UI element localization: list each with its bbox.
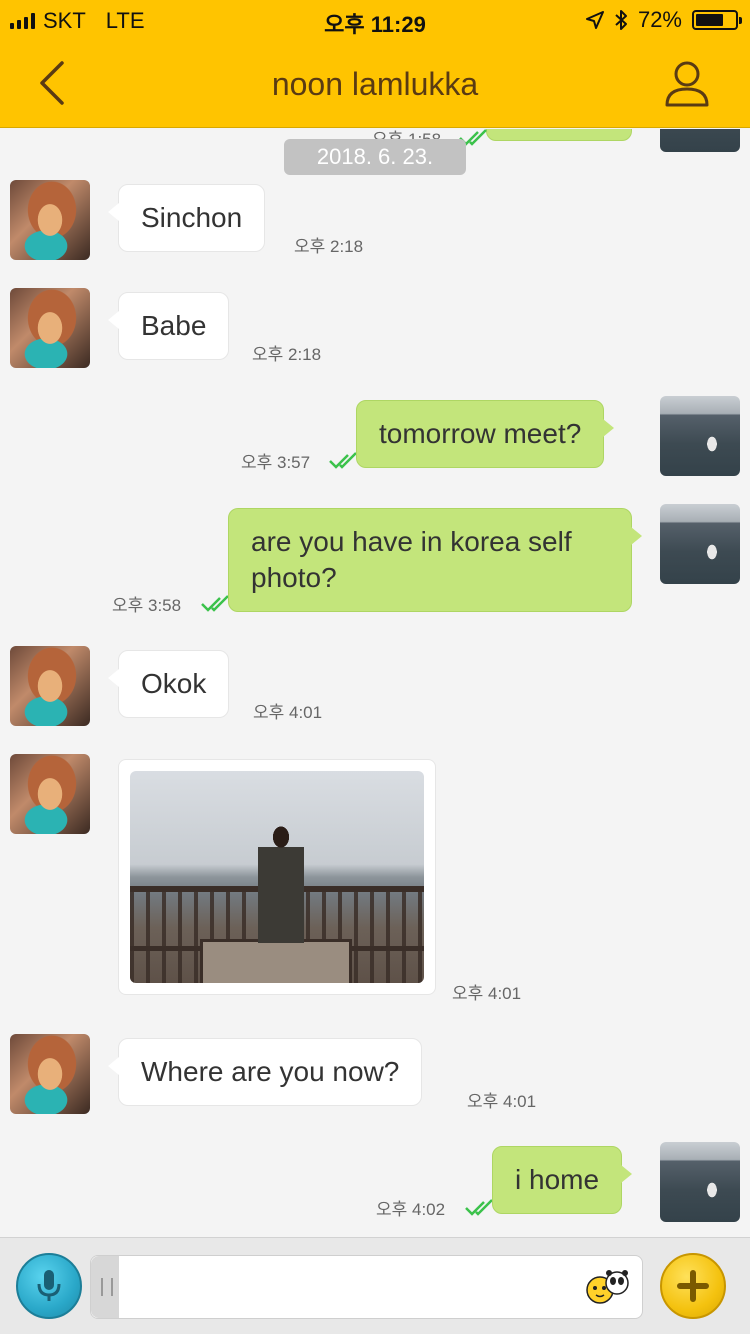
message-time: 오후 4:02 [376, 1200, 446, 1219]
message-line: are you have in korea self [251, 526, 572, 557]
message-bubble[interactable]: i home [492, 1146, 633, 1214]
message-bubble[interactable]: are you have in korea self photo? [228, 508, 642, 612]
microphone-icon [37, 1270, 61, 1301]
message-time: 오후 4:01 [253, 703, 323, 722]
my-avatar [660, 396, 740, 476]
message-bubble[interactable]: Okok [107, 650, 230, 718]
photo-message[interactable] [118, 759, 436, 995]
message-list[interactable]: 오후 1:58 2018. 6. 23. Sinchon 오후 2:18 Bab… [0, 129, 750, 1237]
contact-avatar[interactable] [10, 180, 90, 260]
message-time: 오후 2:18 [252, 345, 322, 364]
date-separator: 2018. 6. 23. [284, 139, 466, 175]
message-time: 오후 3:58 [112, 596, 182, 615]
contact-avatar[interactable] [10, 1034, 90, 1114]
input-bar [0, 1237, 750, 1334]
my-avatar [660, 1142, 740, 1222]
partial-message-bubble[interactable] [486, 129, 632, 141]
nav-bar: noon lamlukka [0, 40, 750, 128]
my-avatar [660, 504, 740, 584]
attach-button[interactable] [660, 1253, 726, 1319]
my-avatar [660, 129, 740, 152]
message-time: 오후 2:18 [294, 237, 364, 256]
message-bubble[interactable]: Sinchon [107, 184, 266, 252]
battery-icon [692, 10, 742, 30]
read-check-icon [201, 595, 229, 612]
status-right: 72% [585, 7, 742, 33]
contact-avatar[interactable] [10, 754, 90, 834]
battery-fill [696, 14, 724, 26]
location-arrow-icon [585, 11, 604, 29]
status-bar: SKT LTE 오후 11:29 72% [0, 0, 750, 40]
message-time: 오후 3:57 [241, 453, 311, 472]
plus-icon [677, 1270, 709, 1302]
chat-title: noon lamlukka [271, 66, 479, 102]
message-bubble[interactable]: tomorrow meet? [356, 400, 615, 468]
photo-image[interactable] [130, 771, 424, 983]
message-time: 오후 4:01 [452, 984, 522, 1003]
message-time: 오후 4:01 [467, 1092, 537, 1111]
bluetooth-icon [615, 10, 627, 30]
battery-percent: 72% [637, 7, 682, 32]
emoticon-icon[interactable] [584, 1268, 630, 1306]
read-check-icon [465, 1199, 493, 1216]
person-icon[interactable] [664, 60, 710, 108]
contact-avatar[interactable] [10, 646, 90, 726]
message-bubble[interactable]: Babe [107, 292, 230, 360]
message-line: photo? [251, 562, 337, 593]
microphone-button[interactable] [16, 1253, 82, 1319]
input-grip-handle[interactable] [91, 1256, 119, 1318]
read-check-icon [329, 452, 357, 469]
contact-avatar[interactable] [10, 288, 90, 368]
message-bubble[interactable]: Where are you now? [107, 1038, 423, 1106]
message-input[interactable] [90, 1255, 643, 1319]
